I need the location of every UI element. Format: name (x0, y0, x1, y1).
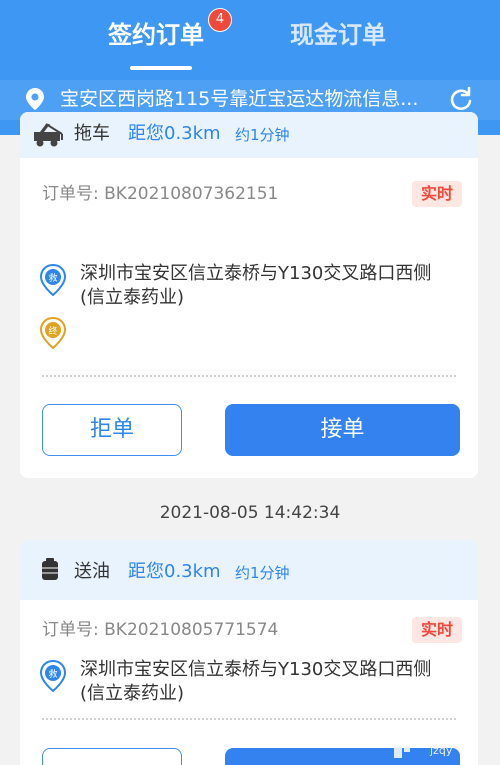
distance-text: 距您0.3km (128, 123, 221, 144)
order-number: 订单号: BK20210807362151 (42, 184, 279, 204)
order-number: 订单号: BK20210805771574 (42, 620, 279, 640)
order-tabs: 签约订单 4 现金订单 (0, 0, 500, 80)
eta-text: 约1分钟 (235, 126, 290, 144)
accept-order-button[interactable]: 接单 (225, 404, 460, 456)
watermark-text: jzqy (430, 744, 453, 757)
start-marker-icon: 救 (40, 660, 66, 692)
svg-text:救: 救 (48, 272, 57, 284)
svg-text:救: 救 (48, 668, 57, 680)
address-line-2: (信立泰药业) (80, 287, 185, 308)
eta-text: 约1分钟 (235, 564, 290, 582)
distance-text: 距您0.3km (128, 561, 221, 582)
order-timestamp: 2021-08-05 14:42:34 (159, 503, 341, 523)
end-marker-icon: 终 (40, 317, 66, 349)
service-type-label: 拖车 (74, 123, 110, 144)
realtime-tag: 实时 (412, 181, 462, 207)
divider (42, 375, 456, 377)
watermark: jzqy (388, 740, 500, 765)
watermark-logo-icon (394, 746, 410, 758)
address-line-1: 深圳市宝安区信立泰桥与Y130交叉路口西侧 (80, 263, 432, 284)
order-card: 送油 距您0.3km 约1分钟 订单号: BK20210805771574 实时… (20, 540, 478, 765)
current-location-text: 宝安区西岗路115号靠近宝运达物流信息... (60, 88, 419, 110)
refresh-icon[interactable] (448, 86, 474, 112)
realtime-tag: 实时 (412, 617, 462, 643)
address-line-1: 深圳市宝安区信立泰桥与Y130交叉路口西侧 (80, 659, 432, 680)
location-pin-icon (26, 88, 44, 110)
active-tab-indicator (130, 66, 192, 70)
service-type-label: 送油 (74, 561, 110, 582)
order-card-header: 拖车 距您0.3km 约1分钟 (20, 112, 478, 158)
reject-order-button[interactable] (42, 748, 182, 765)
pickup-address: 深圳市宝安区信立泰桥与Y130交叉路口西侧 (信立泰药业) (80, 262, 470, 310)
tab-cash-orders[interactable]: 现金订单 (290, 18, 386, 52)
oil-drum-icon (42, 558, 58, 580)
start-marker-icon: 救 (40, 264, 66, 296)
reject-order-button[interactable]: 拒单 (42, 404, 182, 456)
divider (42, 718, 456, 720)
order-card-header: 送油 距您0.3km 约1分钟 (20, 540, 478, 600)
signed-orders-badge: 4 (208, 8, 232, 32)
tab-signed-orders[interactable]: 签约订单 (108, 18, 204, 52)
tow-truck-icon (34, 123, 63, 147)
pickup-address: 深圳市宝安区信立泰桥与Y130交叉路口西侧 (信立泰药业) (80, 658, 470, 706)
svg-text:终: 终 (48, 325, 57, 337)
order-card: 拖车 距您0.3km 约1分钟 订单号: BK20210807362151 实时… (20, 112, 478, 478)
address-line-2: (信立泰药业) (80, 683, 185, 704)
